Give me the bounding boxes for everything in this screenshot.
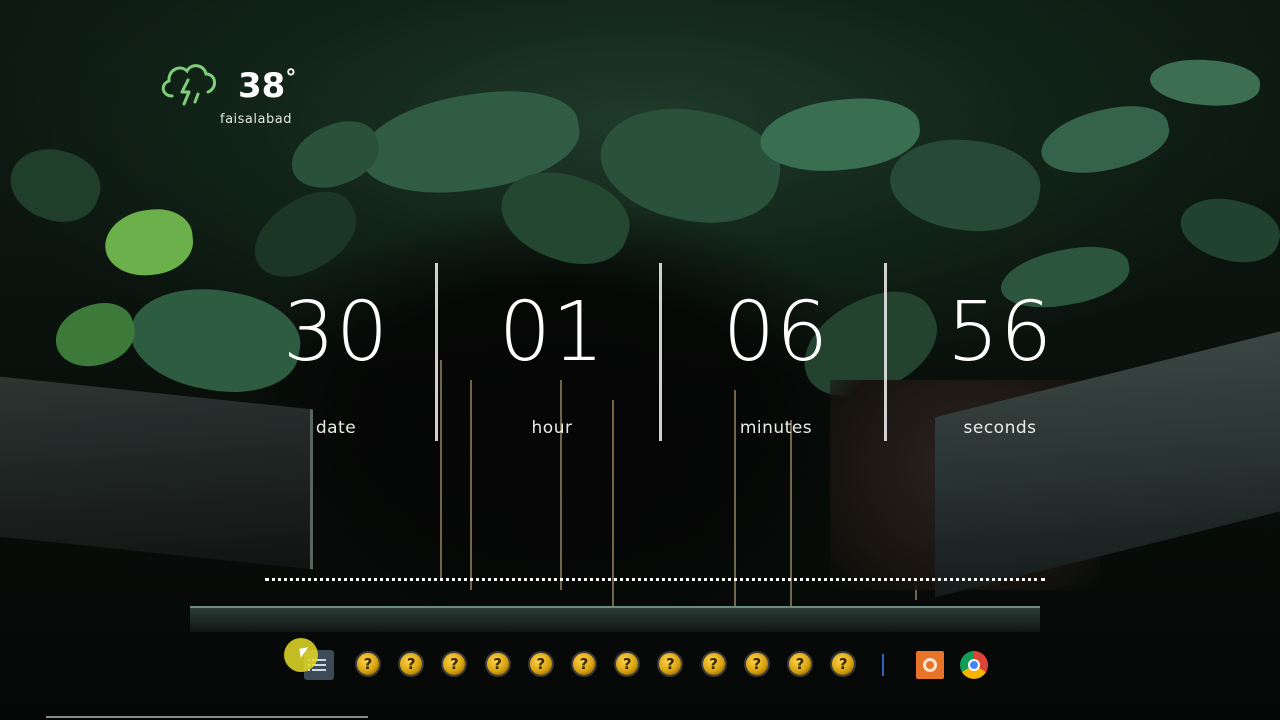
date-value: 30 bbox=[282, 285, 390, 380]
seconds-label: seconds bbox=[963, 418, 1037, 438]
question-mark-icon: ? bbox=[743, 651, 770, 677]
chrome-center bbox=[968, 659, 980, 671]
dock-app-item[interactable]: ? bbox=[613, 650, 641, 678]
root bbox=[790, 420, 792, 610]
clock-unit-date: 30 date bbox=[236, 258, 436, 439]
question-mark-icon: ? bbox=[527, 651, 554, 677]
countdown-clock: 30 date 01 hour 06 minutes 56 seconds bbox=[262, 258, 1162, 448]
seconds-value: 56 bbox=[946, 285, 1054, 380]
question-mark-icon: ? bbox=[614, 651, 641, 677]
hour-label: hour bbox=[531, 418, 573, 438]
weather-widget[interactable]: 38° faisalabad bbox=[158, 58, 308, 128]
chrome-icon[interactable] bbox=[960, 651, 988, 679]
dock-app-item[interactable]: ? bbox=[397, 650, 425, 678]
question-mark-icon: ? bbox=[787, 651, 813, 677]
minutes-label: minutes bbox=[739, 418, 813, 438]
dock-app-item[interactable]: ? bbox=[829, 650, 857, 678]
divider bbox=[884, 263, 887, 441]
date-label: date bbox=[315, 418, 357, 438]
orange-app-glyph bbox=[923, 658, 937, 672]
orange-app-icon[interactable] bbox=[916, 651, 944, 679]
dock-app-item[interactable]: ? bbox=[656, 650, 684, 678]
question-mark-icon: ? bbox=[441, 651, 468, 677]
question-mark-icon: ? bbox=[657, 651, 684, 677]
dock-separator bbox=[882, 654, 884, 676]
dock-app-item[interactable]: ? bbox=[570, 650, 598, 678]
divider bbox=[659, 263, 662, 441]
dock-app-item[interactable]: ? bbox=[484, 650, 512, 678]
question-mark-icon: ? bbox=[398, 651, 425, 677]
minutes-value: 06 bbox=[722, 285, 830, 380]
question-mark-icon: ? bbox=[830, 651, 857, 677]
question-mark-icon: ? bbox=[355, 651, 381, 677]
dotted-separator bbox=[265, 578, 1045, 581]
city-name: faisalabad bbox=[220, 112, 292, 127]
question-mark-icon: ? bbox=[700, 651, 727, 677]
mouse-cursor bbox=[299, 647, 310, 658]
taskbar-dock: ???????????? bbox=[282, 646, 1002, 684]
clock-unit-minutes: 06 minutes bbox=[676, 258, 876, 439]
temperature: 38° bbox=[238, 66, 296, 106]
question-mark-icon: ? bbox=[484, 651, 511, 677]
clock-unit-hour: 01 hour bbox=[452, 258, 652, 439]
degree-symbol: ° bbox=[285, 66, 297, 91]
cloud-rain-icon bbox=[161, 64, 216, 106]
progress-line bbox=[46, 716, 368, 718]
pool-edge bbox=[190, 606, 1040, 632]
dock-app-item[interactable]: ? bbox=[354, 650, 382, 678]
dock-app-item[interactable]: ? bbox=[743, 650, 771, 678]
question-mark-icon: ? bbox=[571, 651, 597, 677]
temperature-value: 38 bbox=[238, 66, 286, 106]
divider bbox=[435, 263, 438, 441]
dock-app-item[interactable]: ? bbox=[527, 650, 555, 678]
dock-app-item[interactable]: ? bbox=[440, 650, 468, 678]
hour-value: 01 bbox=[498, 285, 606, 380]
dock-app-item[interactable]: ? bbox=[700, 650, 728, 678]
clock-unit-seconds: 56 seconds bbox=[900, 258, 1100, 439]
dock-app-item[interactable]: ? bbox=[786, 650, 814, 678]
